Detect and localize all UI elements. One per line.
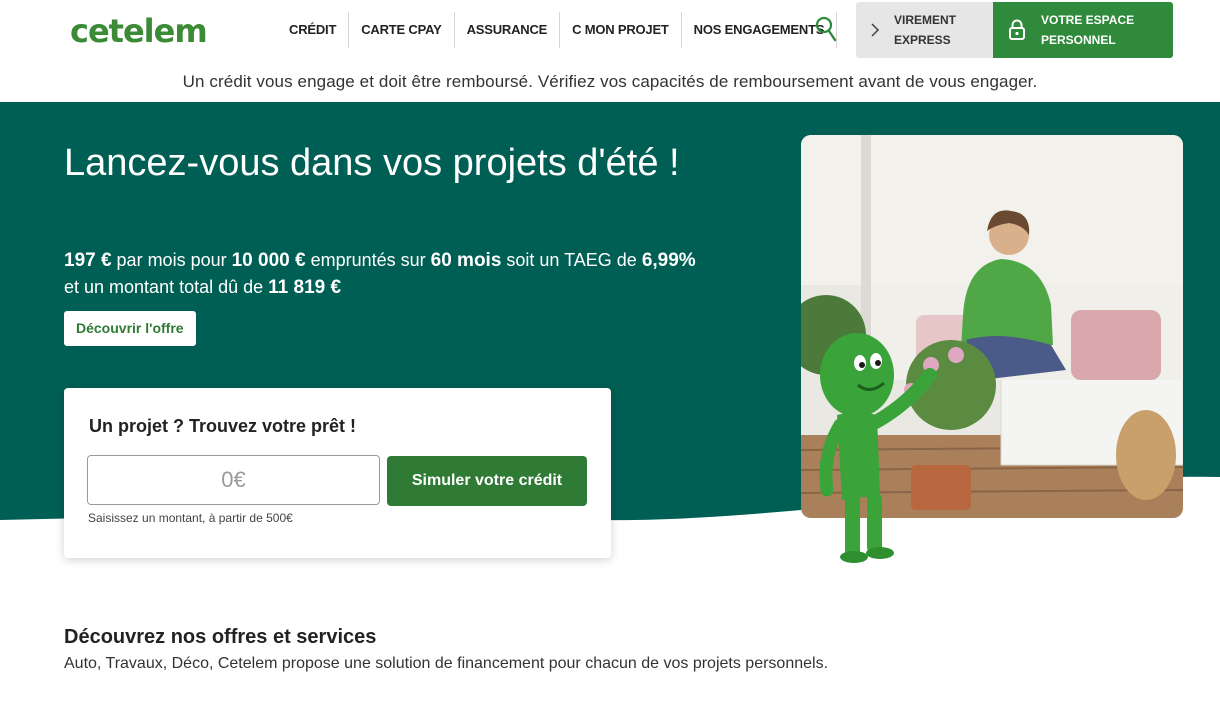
logo-text: cetelem	[70, 12, 208, 50]
nav-item-credit[interactable]: CRÉDIT	[277, 12, 350, 48]
chevron-right-icon	[871, 23, 880, 37]
main-nav: CRÉDIT CARTE CPAY ASSURANCE C MON PROJET…	[277, 12, 838, 48]
search-button[interactable]	[806, 12, 846, 48]
espace-line2: PERSONNEL	[1041, 33, 1116, 47]
green-mascot	[812, 315, 952, 565]
lock-icon	[1009, 19, 1025, 40]
discover-offer-button[interactable]: Découvrir l'offre	[64, 311, 196, 346]
offers-section-subtitle: Auto, Travaux, Déco, Cetelem propose une…	[64, 655, 829, 672]
mascot-illustration	[819, 333, 937, 563]
simulate-credit-button[interactable]: Simuler votre crédit	[387, 456, 587, 506]
loan-simulator-card: Un projet ? Trouvez votre prêt ! Simuler…	[64, 388, 611, 558]
site-header: cetelem CRÉDIT CARTE CPAY ASSURANCE C MO…	[0, 0, 1220, 62]
virement-line2: EXPRESS	[894, 33, 951, 47]
hero-offer-details: 197 € par mois pour 10 000 € empruntés s…	[64, 250, 696, 298]
taeg-rate: 6,99%	[641, 250, 696, 271]
hero-title: Lancez-vous dans vos projets d'été !	[64, 142, 680, 184]
loan-amount-input[interactable]	[87, 455, 380, 505]
loan-amount: 10 000 €	[231, 250, 306, 271]
cetelem-logo[interactable]: cetelem	[70, 12, 208, 50]
virement-line1: VIREMENT	[894, 13, 957, 27]
search-icon	[815, 16, 837, 42]
nav-item-carte-cpay[interactable]: CARTE CPAY	[349, 12, 455, 48]
loan-duration: 60 mois	[430, 250, 502, 271]
monthly-payment: 197 €	[64, 250, 112, 271]
amount-hint: Saisissez un montant, à partir de 500€	[88, 511, 293, 525]
total-due: 11 819 €	[268, 277, 342, 298]
virement-express-button[interactable]: VIREMENT EXPRESS	[856, 2, 993, 58]
offers-section-title: Découvrez nos offres et services	[64, 626, 377, 648]
simulator-title: Un projet ? Trouvez votre prêt !	[89, 416, 357, 436]
nav-item-assurance[interactable]: ASSURANCE	[455, 12, 561, 48]
espace-line1: VOTRE ESPACE	[1041, 13, 1135, 27]
legal-disclaimer: Un crédit vous engage et doit être rembo…	[182, 72, 1038, 91]
espace-personnel-button[interactable]: VOTRE ESPACE PERSONNEL	[993, 2, 1173, 58]
nav-item-c-mon-projet[interactable]: C MON PROJET	[560, 12, 682, 48]
